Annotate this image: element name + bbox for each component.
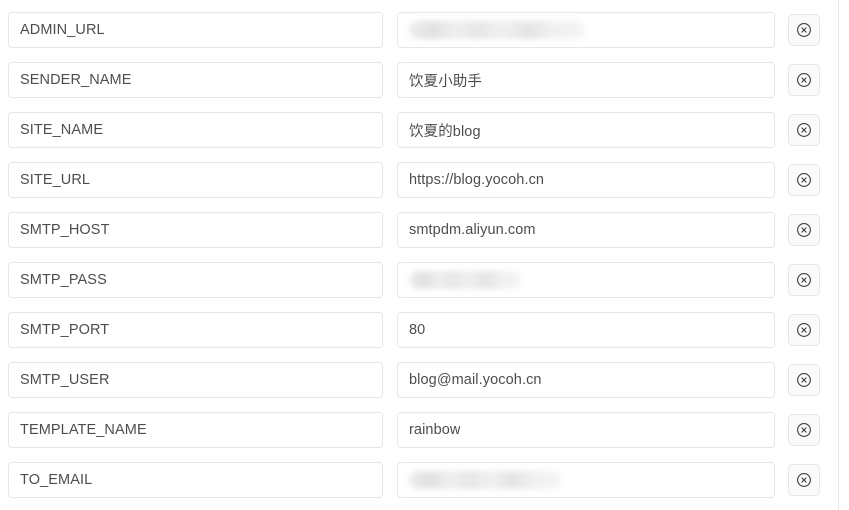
delete-setting-button[interactable]: [788, 214, 820, 246]
setting-key-input[interactable]: SENDER_NAME: [8, 62, 383, 98]
setting-key-input[interactable]: TO_EMAIL: [8, 462, 383, 498]
setting-key-text: SMTP_PORT: [20, 322, 110, 338]
setting-key-input[interactable]: SMTP_PORT: [8, 312, 383, 348]
setting-value-text: smtpdm.aliyun.com: [409, 222, 536, 238]
redacted-value: [409, 271, 521, 289]
setting-value-text: blog@mail.yocoh.cn: [409, 372, 542, 388]
setting-key-text: SITE_NAME: [20, 122, 104, 138]
setting-key-text: TO_EMAIL: [20, 472, 93, 488]
redacted-value: [409, 471, 561, 489]
table-row: TEMPLATE_NAME rainbow: [0, 412, 838, 448]
circle-x-icon: [796, 172, 812, 188]
delete-setting-button[interactable]: [788, 64, 820, 96]
setting-value-text: 饮夏小助手: [409, 73, 482, 90]
setting-value-input[interactable]: 饮夏小助手: [397, 62, 775, 98]
setting-value-input[interactable]: 80: [397, 312, 775, 348]
setting-key-text: SMTP_USER: [20, 372, 110, 388]
setting-key-input[interactable]: SITE_NAME: [8, 112, 383, 148]
circle-x-icon: [796, 122, 812, 138]
delete-setting-button[interactable]: [788, 364, 820, 396]
setting-key-input[interactable]: SITE_URL: [8, 162, 383, 198]
setting-value-text: https://blog.yocoh.cn: [409, 172, 545, 188]
setting-key-text: SENDER_NAME: [20, 72, 132, 88]
setting-key-input[interactable]: SMTP_USER: [8, 362, 383, 398]
setting-value-text: rainbow: [409, 422, 461, 438]
setting-key-input[interactable]: ADMIN_URL: [8, 12, 383, 48]
table-row: SITE_URL https://blog.yocoh.cn: [0, 162, 838, 198]
setting-value-input[interactable]: rainbow: [397, 412, 775, 448]
setting-value-text: 饮夏的blog: [409, 123, 481, 140]
setting-key-text: ADMIN_URL: [20, 22, 105, 38]
delete-setting-button[interactable]: [788, 114, 820, 146]
delete-setting-button[interactable]: [788, 314, 820, 346]
redacted-value: [409, 21, 585, 39]
delete-setting-button[interactable]: [788, 464, 820, 496]
table-row: SMTP_PASS: [0, 262, 838, 298]
setting-value-input[interactable]: [397, 462, 775, 498]
setting-key-input[interactable]: SMTP_HOST: [8, 212, 383, 248]
delete-setting-button[interactable]: [788, 414, 820, 446]
setting-value-text: 80: [409, 322, 426, 338]
delete-setting-button[interactable]: [788, 164, 820, 196]
circle-x-icon: [796, 272, 812, 288]
setting-key-text: TEMPLATE_NAME: [20, 422, 147, 438]
settings-row-list: ADMIN_URL SENDER_NAME 饮夏小助手 SITE_NAME 饮夏…: [0, 0, 838, 498]
circle-x-icon: [796, 222, 812, 238]
setting-key-text: SMTP_HOST: [20, 222, 110, 238]
circle-x-icon: [796, 372, 812, 388]
setting-value-input[interactable]: blog@mail.yocoh.cn: [397, 362, 775, 398]
table-row: SITE_NAME 饮夏的blog: [0, 112, 838, 148]
setting-value-input[interactable]: 饮夏的blog: [397, 112, 775, 148]
circle-x-icon: [796, 322, 812, 338]
table-row: SENDER_NAME 饮夏小助手: [0, 62, 838, 98]
setting-key-text: SITE_URL: [20, 172, 91, 188]
setting-key-text: SMTP_PASS: [20, 272, 107, 288]
table-row: SMTP_USER blog@mail.yocoh.cn: [0, 362, 838, 398]
setting-key-input[interactable]: TEMPLATE_NAME: [8, 412, 383, 448]
table-row: ADMIN_URL: [0, 12, 838, 48]
circle-x-icon: [796, 22, 812, 38]
circle-x-icon: [796, 472, 812, 488]
config-settings-panel: ADMIN_URL SENDER_NAME 饮夏小助手 SITE_NAME 饮夏…: [0, 0, 839, 510]
delete-setting-button[interactable]: [788, 264, 820, 296]
table-row: TO_EMAIL: [0, 462, 838, 498]
circle-x-icon: [796, 422, 812, 438]
setting-value-input[interactable]: [397, 262, 775, 298]
delete-setting-button[interactable]: [788, 14, 820, 46]
table-row: SMTP_HOST smtpdm.aliyun.com: [0, 212, 838, 248]
circle-x-icon: [796, 72, 812, 88]
setting-key-input[interactable]: SMTP_PASS: [8, 262, 383, 298]
setting-value-input[interactable]: [397, 12, 775, 48]
setting-value-input[interactable]: smtpdm.aliyun.com: [397, 212, 775, 248]
table-row: SMTP_PORT 80: [0, 312, 838, 348]
setting-value-input[interactable]: https://blog.yocoh.cn: [397, 162, 775, 198]
